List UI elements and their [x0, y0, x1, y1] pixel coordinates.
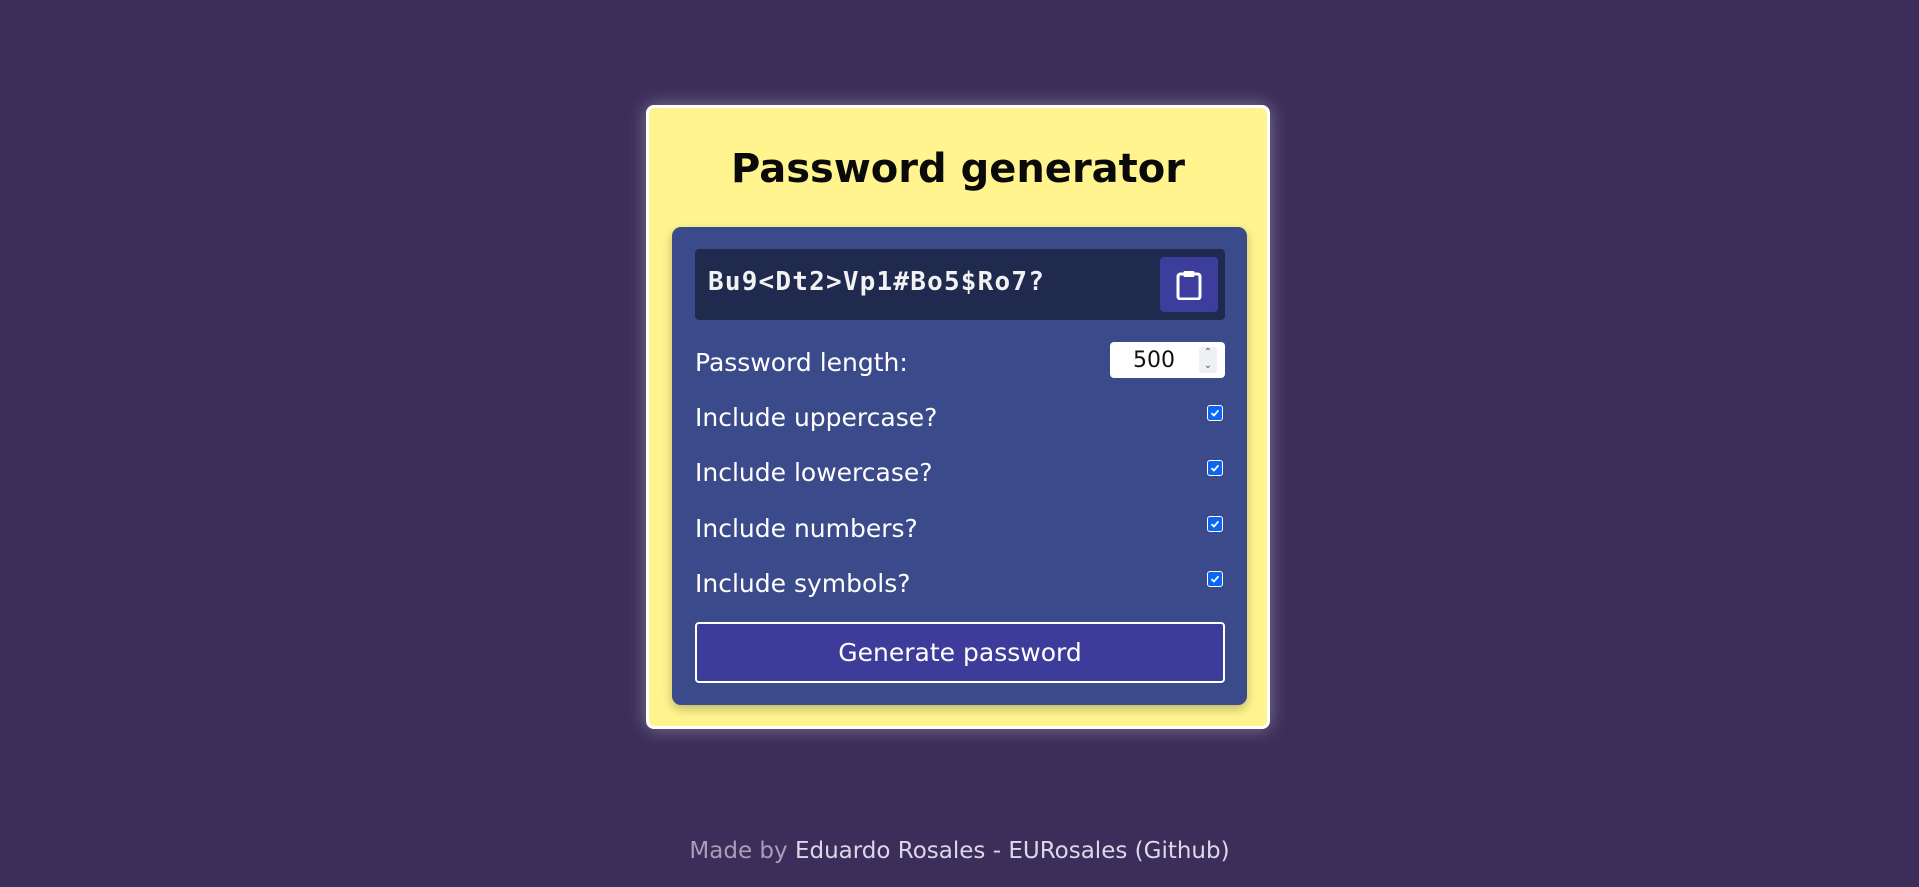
uppercase-label: Include uppercase?: [695, 403, 938, 432]
checkmark-icon: [1210, 464, 1220, 472]
settings-panel: Bu9<Dt2>Vp1#Bo5$Ro7? Password length: ⌃ …: [672, 227, 1247, 705]
checkmark-icon: [1210, 520, 1220, 528]
spinner-up-icon[interactable]: ⌃: [1202, 347, 1214, 359]
generate-password-button[interactable]: Generate password: [695, 622, 1225, 683]
password-length-row: Password length: ⌃ ⌄: [695, 342, 1225, 382]
footer-prefix: Made by: [689, 838, 788, 864]
symbols-label: Include symbols?: [695, 569, 911, 598]
footer: Made by Eduardo Rosales - EURosales (Git…: [0, 838, 1919, 864]
clipboard-icon: [1176, 271, 1202, 300]
password-length-label: Password length:: [695, 348, 908, 377]
password-result-text: Bu9<Dt2>Vp1#Bo5$Ro7?: [708, 267, 1046, 297]
option-row-uppercase: Include uppercase?: [695, 397, 1225, 437]
page-title: Password generator: [731, 146, 1185, 192]
password-result-box: Bu9<Dt2>Vp1#Bo5$Ro7?: [695, 249, 1225, 320]
github-link[interactable]: EURosales (Github): [1008, 838, 1229, 864]
author-link[interactable]: Eduardo Rosales: [795, 838, 985, 864]
password-generator-card: Password generator Bu9<Dt2>Vp1#Bo5$Ro7? …: [646, 105, 1270, 729]
symbols-checkbox[interactable]: [1207, 571, 1223, 587]
option-row-numbers: Include numbers?: [695, 508, 1225, 548]
lowercase-label: Include lowercase?: [695, 458, 933, 487]
spinner-down-icon[interactable]: ⌄: [1202, 360, 1214, 372]
numbers-checkbox[interactable]: [1207, 516, 1223, 532]
uppercase-checkbox[interactable]: [1207, 405, 1223, 421]
checkmark-icon: [1210, 575, 1220, 583]
numbers-label: Include numbers?: [695, 514, 918, 543]
checkmark-icon: [1210, 409, 1220, 417]
option-row-symbols: Include symbols?: [695, 563, 1225, 603]
length-spinner[interactable]: ⌃ ⌄: [1199, 347, 1217, 373]
copy-to-clipboard-button[interactable]: [1160, 257, 1218, 312]
option-row-lowercase: Include lowercase?: [695, 452, 1225, 492]
lowercase-checkbox[interactable]: [1207, 460, 1223, 476]
footer-separator: -: [992, 838, 1002, 864]
